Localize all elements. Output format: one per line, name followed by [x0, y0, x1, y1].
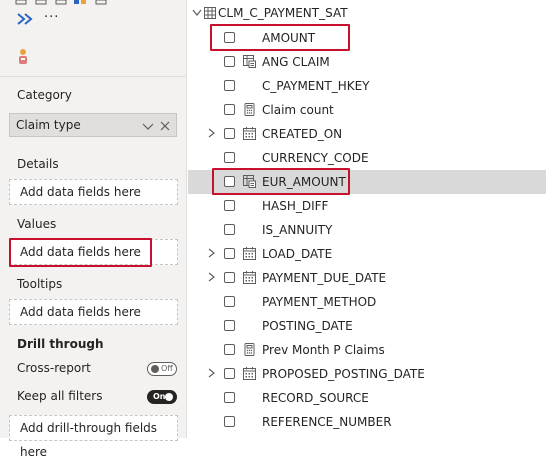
smart-narrative-chevrons-icon[interactable] [16, 12, 36, 26]
visualizations-pane: ··· Category Claim type Details Add data… [0, 0, 187, 459]
field-name: PROPOSED_POSTING_DATE [262, 367, 425, 381]
remove-field-icon[interactable] [160, 121, 170, 131]
field-name: C_PAYMENT_HKEY [262, 79, 370, 93]
field-checkbox[interactable] [224, 416, 235, 427]
field-checkbox[interactable] [224, 200, 235, 211]
field-row[interactable]: Claim count [188, 98, 546, 122]
field-row[interactable]: CREATED_ON [188, 122, 546, 146]
chevron-down-icon[interactable] [192, 9, 202, 17]
field-name: PAYMENT_DUE_DATE [262, 271, 387, 285]
measure-icon [244, 103, 255, 116]
field-checkbox[interactable] [224, 128, 235, 139]
field-highlight-box [210, 24, 350, 51]
field-row[interactable]: PROPOSED_POSTING_DATE [188, 362, 546, 386]
keep-filters-toggle-text: On [153, 392, 166, 401]
field-name: PAYMENT_METHOD [262, 295, 377, 309]
cross-report-toggle-text: Off [161, 364, 173, 373]
date-hierarchy-icon [243, 127, 256, 140]
field-row[interactable]: HASH_DIFF [188, 194, 546, 218]
field-row[interactable]: Prev Month P Claims [188, 338, 546, 362]
field-row[interactable]: IS_ANNUITY [188, 218, 546, 242]
values-label: Values [17, 217, 57, 231]
category-chip-label: Claim type [16, 118, 81, 132]
field-row[interactable]: PAYMENT_DUE_DATE [188, 266, 546, 290]
cross-report-toggle[interactable]: Off [147, 362, 177, 376]
field-name: RECORD_SOURCE [262, 391, 369, 405]
category-label: Category [17, 88, 72, 102]
details-placeholder: Add data fields here [20, 185, 141, 199]
field-name: HASH_DIFF [262, 199, 329, 213]
keep-filters-label: Keep all filters [17, 389, 103, 403]
field-row[interactable]: REFERENCE_NUMBER [188, 410, 546, 434]
chevron-down-icon[interactable] [142, 121, 154, 131]
date-hierarchy-icon [243, 367, 256, 380]
tooltips-well[interactable]: Add data fields here [9, 299, 178, 325]
toggle-knob [151, 365, 159, 373]
more-visuals-button[interactable]: ··· [44, 10, 59, 25]
table-header-row[interactable]: CLM_C_PAYMENT_SAT [188, 3, 546, 23]
field-name: ANG CLAIM [262, 55, 330, 69]
custom-visual-icon[interactable] [16, 48, 30, 66]
tooltips-placeholder: Add data fields here [20, 305, 141, 319]
field-row[interactable]: LOAD_DATE [188, 242, 546, 266]
chevron-right-icon[interactable] [208, 272, 216, 282]
tooltips-label: Tooltips [17, 277, 63, 291]
chip-controls [142, 114, 170, 136]
pane-divider [0, 76, 186, 77]
table-icon [204, 7, 216, 19]
details-label: Details [17, 157, 59, 171]
field-highlight-box [212, 168, 350, 195]
field-row[interactable]: C_PAYMENT_HKEY [188, 74, 546, 98]
table-name: CLM_C_PAYMENT_SAT [218, 6, 348, 20]
field-row[interactable]: PAYMENT_METHOD [188, 290, 546, 314]
field-checkbox[interactable] [224, 104, 235, 115]
field-name: Claim count [262, 103, 334, 117]
chevron-right-icon[interactable] [208, 248, 216, 258]
keep-filters-toggle[interactable]: On [147, 390, 177, 404]
visual-type-icons-row[interactable] [14, 0, 114, 6]
fields-pane: CLM_C_PAYMENT_SAT AMOUNT ANG CLAIM C_PAYME… [188, 0, 546, 438]
date-hierarchy-icon [243, 271, 256, 284]
field-row[interactable]: ANG CLAIM [188, 50, 546, 74]
field-row[interactable]: RECORD_SOURCE [188, 386, 546, 410]
drill-through-placeholder: Add drill-through fields here [20, 421, 158, 459]
drill-through-label: Drill through [17, 337, 104, 351]
values-well-highlight [9, 238, 152, 267]
cross-report-label: Cross-report [17, 361, 91, 375]
field-checkbox[interactable] [224, 248, 235, 259]
field-name: Prev Month P Claims [262, 343, 385, 357]
field-row[interactable]: POSTING_DATE [188, 314, 546, 338]
field-checkbox[interactable] [224, 152, 235, 163]
field-name: REFERENCE_NUMBER [262, 415, 392, 429]
field-name: LOAD_DATE [262, 247, 333, 261]
chevron-right-icon[interactable] [208, 368, 216, 378]
chevron-right-icon[interactable] [208, 128, 216, 138]
details-well[interactable]: Add data fields here [9, 179, 178, 205]
field-name: POSTING_DATE [262, 319, 353, 333]
field-checkbox[interactable] [224, 80, 235, 91]
measure-icon [244, 343, 255, 356]
date-hierarchy-icon [243, 247, 256, 260]
field-name: IS_ANNUITY [262, 223, 333, 237]
field-checkbox[interactable] [224, 296, 235, 307]
field-name: CREATED_ON [262, 127, 343, 141]
field-checkbox[interactable] [224, 56, 235, 67]
calc-column-icon [243, 55, 256, 68]
category-field-chip[interactable]: Claim type [9, 113, 177, 137]
toggle-knob [165, 393, 173, 401]
field-checkbox[interactable] [224, 368, 235, 379]
field-checkbox[interactable] [224, 392, 235, 403]
drill-through-well[interactable]: Add drill-through fields here [9, 415, 178, 459]
field-checkbox[interactable] [224, 224, 235, 235]
field-row[interactable]: CURRENCY_CODE [188, 146, 546, 170]
field-checkbox[interactable] [224, 344, 235, 355]
field-checkbox[interactable] [224, 320, 235, 331]
field-name: CURRENCY_CODE [262, 151, 369, 165]
field-checkbox[interactable] [224, 272, 235, 283]
